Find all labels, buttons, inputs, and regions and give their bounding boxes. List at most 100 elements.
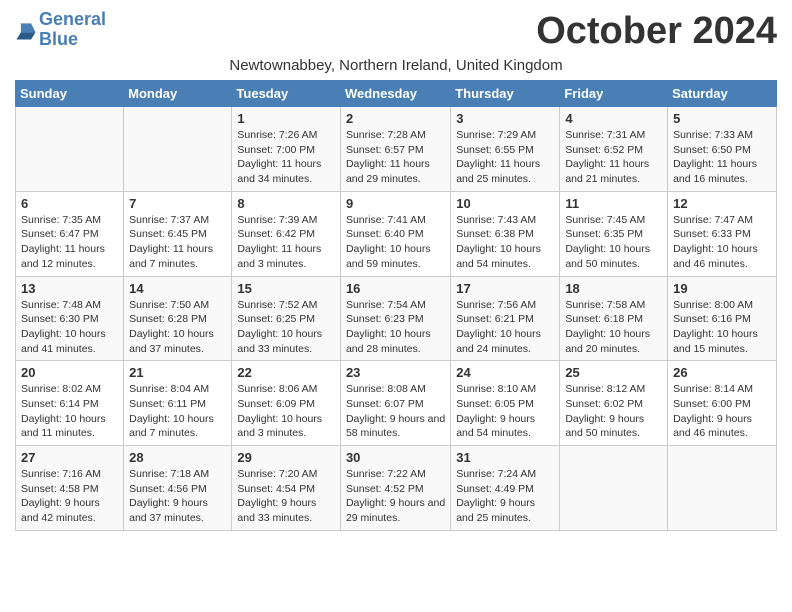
calendar-cell: 29 Sunrise: 7:20 AM Sunset: 4:54 PM Dayli… <box>232 446 341 531</box>
calendar-cell <box>16 107 124 192</box>
day-number: 13 <box>21 281 118 296</box>
day-number: 7 <box>129 196 226 211</box>
calendar-cell: 25 Sunrise: 8:12 AM Sunset: 6:02 PM Dayli… <box>560 361 668 446</box>
calendar-cell: 9 Sunrise: 7:41 AM Sunset: 6:40 PM Daylig… <box>340 191 450 276</box>
calendar-cell: 20 Sunrise: 8:02 AM Sunset: 6:14 PM Dayli… <box>16 361 124 446</box>
day-info: Sunrise: 7:28 AM Sunset: 6:57 PM Dayligh… <box>346 128 445 187</box>
day-info: Sunrise: 7:35 AM Sunset: 6:47 PM Dayligh… <box>21 213 118 272</box>
weekday-header: Thursday <box>451 81 560 107</box>
day-info: Sunrise: 7:39 AM Sunset: 6:42 PM Dayligh… <box>237 213 335 272</box>
day-info: Sunrise: 7:41 AM Sunset: 6:40 PM Dayligh… <box>346 213 445 272</box>
day-info: Sunrise: 7:56 AM Sunset: 6:21 PM Dayligh… <box>456 298 554 357</box>
weekday-header-row: SundayMondayTuesdayWednesdayThursdayFrid… <box>16 81 777 107</box>
location: Newtownabbey, Northern Ireland, United K… <box>15 57 777 74</box>
weekday-header: Wednesday <box>340 81 450 107</box>
day-number: 30 <box>346 450 445 465</box>
day-info: Sunrise: 7:47 AM Sunset: 6:33 PM Dayligh… <box>673 213 771 272</box>
day-info: Sunrise: 7:31 AM Sunset: 6:52 PM Dayligh… <box>565 128 662 187</box>
weekday-header: Tuesday <box>232 81 341 107</box>
calendar-cell <box>560 446 668 531</box>
day-number: 23 <box>346 365 445 380</box>
day-number: 4 <box>565 111 662 126</box>
day-number: 20 <box>21 365 118 380</box>
day-number: 9 <box>346 196 445 211</box>
day-info: Sunrise: 8:02 AM Sunset: 6:14 PM Dayligh… <box>21 382 118 441</box>
calendar-cell: 7 Sunrise: 7:37 AM Sunset: 6:45 PM Daylig… <box>124 191 232 276</box>
calendar-cell: 21Sunrise: 8:04 AM Sunset: 6:11 PM Dayli… <box>124 361 232 446</box>
calendar-cell: 13 Sunrise: 7:48 AM Sunset: 6:30 PM Dayli… <box>16 276 124 361</box>
day-number: 28 <box>129 450 226 465</box>
calendar-week-row: 20 Sunrise: 8:02 AM Sunset: 6:14 PM Dayli… <box>16 361 777 446</box>
day-number: 18 <box>565 281 662 296</box>
logo-line1: General <box>39 9 106 29</box>
day-info: Sunrise: 7:58 AM Sunset: 6:18 PM Dayligh… <box>565 298 662 357</box>
calendar-cell <box>124 107 232 192</box>
logo-line2: Blue <box>39 29 78 49</box>
day-info: Sunrise: 7:29 AM Sunset: 6:55 PM Dayligh… <box>456 128 554 187</box>
day-info: Sunrise: 7:43 AM Sunset: 6:38 PM Dayligh… <box>456 213 554 272</box>
day-info: Sunrise: 7:26 AM Sunset: 7:00 PM Dayligh… <box>237 128 335 187</box>
day-info: Sunrise: 8:10 AM Sunset: 6:05 PM Dayligh… <box>456 382 554 441</box>
day-number: 25 <box>565 365 662 380</box>
weekday-header: Friday <box>560 81 668 107</box>
day-info: Sunrise: 7:37 AM Sunset: 6:45 PM Dayligh… <box>129 213 226 272</box>
day-number: 29 <box>237 450 335 465</box>
calendar-cell: 1 Sunrise: 7:26 AM Sunset: 7:00 PM Daylig… <box>232 107 341 192</box>
day-info: Sunrise: 8:12 AM Sunset: 6:02 PM Dayligh… <box>565 382 662 441</box>
calendar-week-row: 27 Sunrise: 7:16 AM Sunset: 4:58 PM Dayli… <box>16 446 777 531</box>
calendar-table: SundayMondayTuesdayWednesdayThursdayFrid… <box>15 80 777 531</box>
day-number: 6 <box>21 196 118 211</box>
day-info: Sunrise: 7:16 AM Sunset: 4:58 PM Dayligh… <box>21 467 118 526</box>
calendar-week-row: 13 Sunrise: 7:48 AM Sunset: 6:30 PM Dayli… <box>16 276 777 361</box>
day-number: 16 <box>346 281 445 296</box>
month-title: October 2024 <box>536 10 777 53</box>
calendar-cell: 6 Sunrise: 7:35 AM Sunset: 6:47 PM Daylig… <box>16 191 124 276</box>
calendar-cell: 17Sunrise: 7:56 AM Sunset: 6:21 PM Dayli… <box>451 276 560 361</box>
calendar-cell: 30 Sunrise: 7:22 AM Sunset: 4:52 PM Dayli… <box>340 446 450 531</box>
day-number: 19 <box>673 281 771 296</box>
calendar-cell: 23 Sunrise: 8:08 AM Sunset: 6:07 PM Dayli… <box>340 361 450 446</box>
page-container: General Blue October 2024 Newtownabbey, … <box>0 0 792 541</box>
day-info: Sunrise: 8:08 AM Sunset: 6:07 PM Dayligh… <box>346 382 445 441</box>
day-info: Sunrise: 7:22 AM Sunset: 4:52 PM Dayligh… <box>346 467 445 526</box>
day-info: Sunrise: 7:50 AM Sunset: 6:28 PM Dayligh… <box>129 298 226 357</box>
day-number: 27 <box>21 450 118 465</box>
calendar-cell: 19Sunrise: 8:00 AM Sunset: 6:16 PM Dayli… <box>668 276 777 361</box>
day-number: 26 <box>673 365 771 380</box>
day-info: Sunrise: 7:48 AM Sunset: 6:30 PM Dayligh… <box>21 298 118 357</box>
day-number: 14 <box>129 281 226 296</box>
day-info: Sunrise: 7:20 AM Sunset: 4:54 PM Dayligh… <box>237 467 335 526</box>
day-info: Sunrise: 7:18 AM Sunset: 4:56 PM Dayligh… <box>129 467 226 526</box>
day-number: 31 <box>456 450 554 465</box>
calendar-cell: 2Sunrise: 7:28 AM Sunset: 6:57 PM Daylig… <box>340 107 450 192</box>
calendar-cell: 16Sunrise: 7:54 AM Sunset: 6:23 PM Dayli… <box>340 276 450 361</box>
day-number: 11 <box>565 196 662 211</box>
weekday-header: Monday <box>124 81 232 107</box>
day-number: 10 <box>456 196 554 211</box>
calendar-cell: 15 Sunrise: 7:52 AM Sunset: 6:25 PM Dayli… <box>232 276 341 361</box>
logo-text: General Blue <box>39 10 106 50</box>
day-info: Sunrise: 7:33 AM Sunset: 6:50 PM Dayligh… <box>673 128 771 187</box>
calendar-cell: 4 Sunrise: 7:31 AM Sunset: 6:52 PM Daylig… <box>560 107 668 192</box>
calendar-cell: 12Sunrise: 7:47 AM Sunset: 6:33 PM Dayli… <box>668 191 777 276</box>
calendar-cell: 31Sunrise: 7:24 AM Sunset: 4:49 PM Dayli… <box>451 446 560 531</box>
calendar-cell: 11 Sunrise: 7:45 AM Sunset: 6:35 PM Dayli… <box>560 191 668 276</box>
logo-icon <box>15 19 37 41</box>
day-number: 8 <box>237 196 335 211</box>
weekday-header: Sunday <box>16 81 124 107</box>
calendar-cell: 18 Sunrise: 7:58 AM Sunset: 6:18 PM Dayli… <box>560 276 668 361</box>
day-info: Sunrise: 7:45 AM Sunset: 6:35 PM Dayligh… <box>565 213 662 272</box>
day-number: 1 <box>237 111 335 126</box>
calendar-cell: 3 Sunrise: 7:29 AM Sunset: 6:55 PM Daylig… <box>451 107 560 192</box>
calendar-cell: 27 Sunrise: 7:16 AM Sunset: 4:58 PM Dayli… <box>16 446 124 531</box>
calendar-week-row: 6 Sunrise: 7:35 AM Sunset: 6:47 PM Daylig… <box>16 191 777 276</box>
day-info: Sunrise: 8:04 AM Sunset: 6:11 PM Dayligh… <box>129 382 226 441</box>
calendar-cell: 28 Sunrise: 7:18 AM Sunset: 4:56 PM Dayli… <box>124 446 232 531</box>
day-number: 3 <box>456 111 554 126</box>
calendar-cell: 14 Sunrise: 7:50 AM Sunset: 6:28 PM Dayli… <box>124 276 232 361</box>
day-number: 15 <box>237 281 335 296</box>
day-info: Sunrise: 8:06 AM Sunset: 6:09 PM Dayligh… <box>237 382 335 441</box>
day-info: Sunrise: 7:52 AM Sunset: 6:25 PM Dayligh… <box>237 298 335 357</box>
calendar-cell: 10 Sunrise: 7:43 AM Sunset: 6:38 PM Dayli… <box>451 191 560 276</box>
calendar-cell: 5Sunrise: 7:33 AM Sunset: 6:50 PM Daylig… <box>668 107 777 192</box>
